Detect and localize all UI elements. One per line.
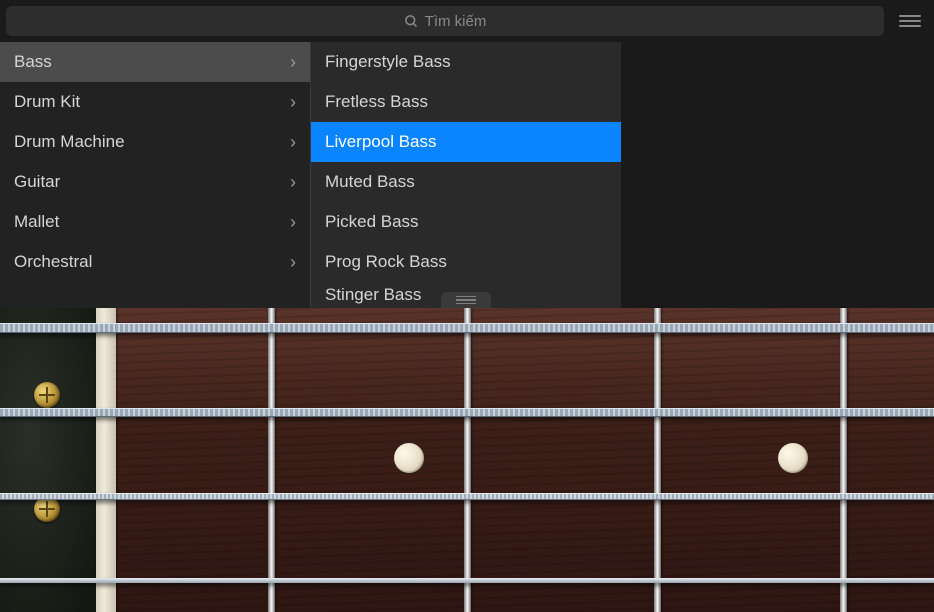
sub-item-prog-rock-bass[interactable]: Prog Rock Bass bbox=[311, 242, 621, 282]
category-label: Mallet bbox=[14, 212, 59, 232]
category-label: Bass bbox=[14, 52, 52, 72]
sub-item-label: Prog Rock Bass bbox=[325, 252, 447, 272]
sub-item-liverpool-bass[interactable]: Liverpool Bass bbox=[311, 122, 621, 162]
fret-marker-icon bbox=[778, 443, 808, 473]
category-item-drum-kit[interactable]: Drum Kit › bbox=[0, 82, 310, 122]
bass-string-g[interactable] bbox=[0, 578, 934, 583]
category-list: Bass › Drum Kit › Drum Machine › Guitar … bbox=[0, 42, 310, 308]
bass-fretboard[interactable] bbox=[0, 308, 934, 612]
category-label: Drum Kit bbox=[14, 92, 80, 112]
headstock bbox=[0, 308, 96, 612]
bass-string-a[interactable] bbox=[0, 408, 934, 417]
instrument-browser: Bass › Drum Kit › Drum Machine › Guitar … bbox=[0, 42, 621, 308]
sub-item-fretless-bass[interactable]: Fretless Bass bbox=[311, 82, 621, 122]
chevron-right-icon: › bbox=[290, 172, 296, 193]
category-item-drum-machine[interactable]: Drum Machine › bbox=[0, 122, 310, 162]
category-label: Guitar bbox=[14, 172, 60, 192]
sub-item-label: Picked Bass bbox=[325, 212, 419, 232]
category-label: Drum Machine bbox=[14, 132, 125, 152]
category-item-guitar[interactable]: Guitar › bbox=[0, 162, 310, 202]
sub-item-label: Fretless Bass bbox=[325, 92, 428, 112]
sub-instrument-list: Fingerstyle Bass Fretless Bass Liverpool… bbox=[310, 42, 621, 308]
top-bar: Tìm kiếm bbox=[0, 0, 934, 42]
menu-icon[interactable] bbox=[892, 6, 928, 36]
fret-marker-icon bbox=[394, 443, 424, 473]
fret bbox=[268, 308, 275, 612]
sub-item-muted-bass[interactable]: Muted Bass bbox=[311, 162, 621, 202]
chevron-right-icon: › bbox=[290, 52, 296, 73]
fret bbox=[654, 308, 661, 612]
chevron-right-icon: › bbox=[290, 212, 296, 233]
search-placeholder: Tìm kiếm bbox=[425, 13, 487, 30]
sub-item-fingerstyle-bass[interactable]: Fingerstyle Bass bbox=[311, 42, 621, 82]
category-item-mallet[interactable]: Mallet › bbox=[0, 202, 310, 242]
nut bbox=[96, 308, 116, 612]
chevron-right-icon: › bbox=[290, 92, 296, 113]
category-label: Orchestral bbox=[14, 252, 92, 272]
sub-item-picked-bass[interactable]: Picked Bass bbox=[311, 202, 621, 242]
fret bbox=[840, 308, 847, 612]
bass-string-d[interactable] bbox=[0, 493, 934, 500]
category-item-orchestral[interactable]: Orchestral › bbox=[0, 242, 310, 282]
tuning-peg-icon bbox=[34, 382, 60, 408]
sub-item-label: Stinger Bass bbox=[325, 285, 421, 305]
chevron-right-icon: › bbox=[290, 132, 296, 153]
sub-item-label: Liverpool Bass bbox=[325, 132, 437, 152]
search-input[interactable]: Tìm kiếm bbox=[6, 6, 884, 36]
sub-item-label: Muted Bass bbox=[325, 172, 415, 192]
search-icon bbox=[404, 14, 419, 29]
fretboard bbox=[116, 308, 934, 612]
sub-item-label: Fingerstyle Bass bbox=[325, 52, 451, 72]
fret bbox=[464, 308, 471, 612]
bass-string-e[interactable] bbox=[0, 323, 934, 333]
category-item-bass[interactable]: Bass › bbox=[0, 42, 310, 82]
drag-handle-icon[interactable] bbox=[441, 292, 491, 308]
chevron-right-icon: › bbox=[290, 252, 296, 273]
